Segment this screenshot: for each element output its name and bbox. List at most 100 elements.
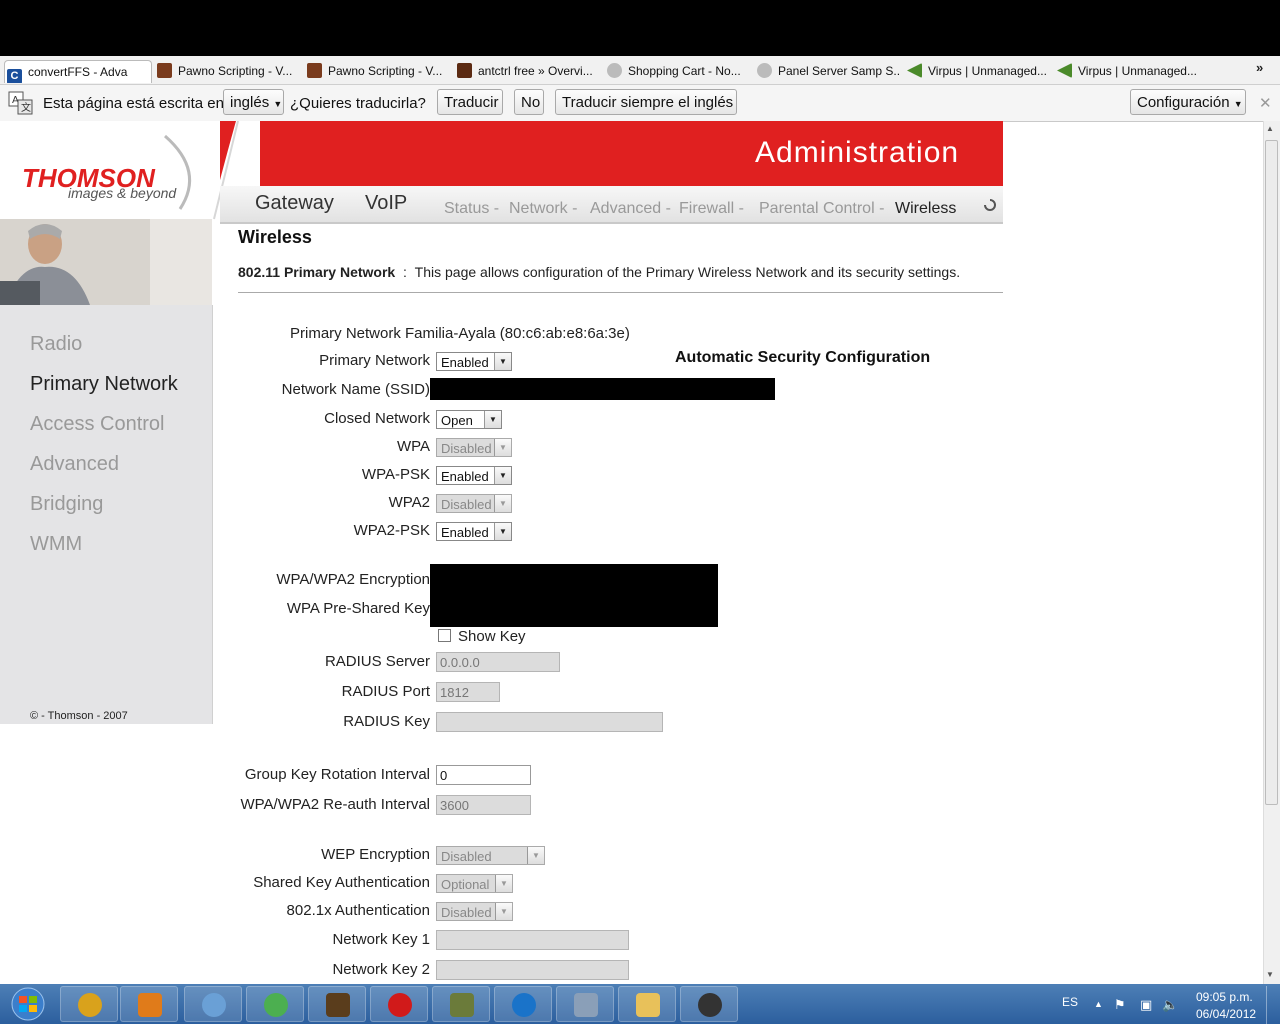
subnav-parental-control[interactable]: Parental Control - xyxy=(759,200,884,218)
sidebar-item-radio[interactable]: Radio xyxy=(30,333,82,356)
top-black-area xyxy=(0,0,1280,56)
show-key-checkbox[interactable] xyxy=(438,629,451,642)
header-photo xyxy=(0,219,212,305)
wep-label: WEP Encryption xyxy=(321,846,430,863)
radius-server-input[interactable]: 0.0.0.0 xyxy=(436,652,560,672)
browser-tab[interactable]: Pawno Scripting - V... xyxy=(155,60,301,82)
sidebar-item-bridging[interactable]: Bridging xyxy=(30,493,103,516)
wep-select[interactable]: Disabled ▼ xyxy=(436,846,545,865)
dot1x-select[interactable]: Disabled ▼ xyxy=(436,902,513,921)
show-desktop-button[interactable] xyxy=(1266,986,1280,1024)
wpa2-psk-select[interactable]: Enabled ▼ xyxy=(436,522,512,541)
radius-key-input[interactable] xyxy=(436,712,663,732)
no-button[interactable]: No xyxy=(514,89,544,115)
network-globe-icon[interactable] xyxy=(246,986,304,1022)
network-lock-icon[interactable] xyxy=(556,986,614,1022)
encryption-label: WPA/WPA2 Encryption xyxy=(276,571,430,588)
group-key-label: Group Key Rotation Interval xyxy=(244,766,430,783)
language-select[interactable]: inglés ▼ xyxy=(223,89,284,115)
page-title: Wireless xyxy=(238,227,312,247)
network-icon[interactable]: ▣ xyxy=(1140,997,1152,1013)
spy-icon[interactable] xyxy=(680,986,738,1022)
divider xyxy=(238,292,1003,293)
sidebar-item-access-control[interactable]: Access Control xyxy=(30,413,165,436)
primary-network-select[interactable]: Enabled ▼ xyxy=(436,352,512,371)
chevron-down-icon: ▼ xyxy=(494,523,511,540)
browser-tab[interactable]: antctrl free » Overvi... xyxy=(455,60,601,82)
more-tabs-chevron-icon[interactable]: » xyxy=(1256,60,1263,75)
page-description: 802.11 Primary Network : This page allow… xyxy=(238,264,961,280)
subnav-wireless[interactable]: Wireless xyxy=(895,200,956,218)
wpa2-select[interactable]: Disabled ▼ xyxy=(436,494,512,513)
browser-tab[interactable]: CconvertFFS - Adva xyxy=(4,60,152,83)
close-icon[interactable]: ✕ xyxy=(1259,94,1272,112)
subnav-firewall[interactable]: Firewall - xyxy=(679,200,744,218)
subnav-advanced[interactable]: Advanced - xyxy=(590,200,671,218)
wpa2-label: WPA2 xyxy=(388,494,430,511)
browser-tab[interactable]: Panel Server Samp S... xyxy=(755,60,901,82)
settings-button[interactable]: Configuración ▼ xyxy=(1130,89,1246,115)
group-key-input[interactable]: 0 xyxy=(436,765,531,785)
chevron-down-icon: ▼ xyxy=(484,411,501,428)
nav-voip[interactable]: VoIP xyxy=(365,192,407,215)
clock-time[interactable]: 09:05 p.m. xyxy=(1196,990,1253,1004)
start-button[interactable] xyxy=(2,986,52,1022)
chevron-down-icon: ▼ xyxy=(1233,99,1243,109)
network-key-1-input[interactable] xyxy=(436,930,629,950)
nav-gateway[interactable]: Gateway xyxy=(255,192,334,215)
radius-port-input[interactable]: 1812 xyxy=(436,682,500,702)
game-icon[interactable] xyxy=(308,986,366,1022)
users-icon[interactable] xyxy=(184,986,242,1022)
sidebar-item-primary-network[interactable]: Primary Network xyxy=(30,373,178,396)
automatic-security-configuration-link[interactable]: Automatic Security Configuration xyxy=(675,349,930,367)
volume-icon[interactable]: 🔈 xyxy=(1162,997,1178,1013)
wpa2-psk-label: WPA2-PSK xyxy=(353,522,430,539)
ssid-redacted xyxy=(430,378,775,400)
leaf-icon xyxy=(907,63,922,78)
clock-date[interactable]: 06/04/2012 xyxy=(1196,1007,1256,1021)
teamviewer-icon[interactable] xyxy=(494,986,552,1022)
scrollbar-thumb[interactable] xyxy=(1265,140,1278,805)
scroll-up-arrow-icon[interactable]: ▲ xyxy=(1266,124,1274,133)
browser-tab[interactable]: Virpus | Unmanaged... xyxy=(1055,60,1201,82)
opera-icon[interactable] xyxy=(370,986,428,1022)
forum-icon xyxy=(157,63,172,78)
globe-icon xyxy=(757,63,772,78)
translate-button[interactable]: Traducir xyxy=(437,89,503,115)
network-key-2-input[interactable] xyxy=(436,960,629,980)
soldier-icon[interactable] xyxy=(432,986,490,1022)
sidebar-item-wmm[interactable]: WMM xyxy=(30,533,82,556)
subnav-network[interactable]: Network - xyxy=(509,200,577,218)
chevron-down-icon: ▼ xyxy=(494,353,511,370)
reauth-label: WPA/WPA2 Re-auth Interval xyxy=(240,796,430,813)
psk-label: WPA Pre-Shared Key xyxy=(286,600,430,617)
chevron-down-icon: ▼ xyxy=(494,439,511,456)
browser-tab[interactable]: Pawno Scripting - V... xyxy=(305,60,451,82)
primary-network-label: Primary Network xyxy=(319,352,430,369)
shared-key-auth-label: Shared Key Authentication xyxy=(253,874,430,891)
leaf-icon xyxy=(1057,63,1072,78)
svg-text:文: 文 xyxy=(21,101,31,114)
dot1x-label: 802.1x Authentication xyxy=(286,902,430,919)
shared-key-auth-select[interactable]: Optional ▼ xyxy=(436,874,513,893)
admin-title: Administration xyxy=(755,136,960,169)
browser-tab[interactable]: Shopping Cart - No... xyxy=(605,60,751,82)
wpa-psk-select[interactable]: Enabled ▼ xyxy=(436,466,512,485)
scroll-down-arrow-icon[interactable]: ▼ xyxy=(1266,970,1274,979)
flag-icon[interactable]: ⚑ xyxy=(1114,997,1126,1013)
wpa-select[interactable]: Disabled ▼ xyxy=(436,438,512,457)
translate-bar: A文 Esta página está escrita en inglés ▼ … xyxy=(0,85,1280,122)
sidebar-item-advanced[interactable]: Advanced xyxy=(30,453,119,476)
network-key-2-label: Network Key 2 xyxy=(332,961,430,978)
media-player-icon[interactable] xyxy=(120,986,178,1022)
language-indicator[interactable]: ES xyxy=(1062,995,1078,1009)
chrome-icon[interactable] xyxy=(60,986,118,1022)
closed-network-select[interactable]: Open ▼ xyxy=(436,410,502,429)
show-hidden-icons-icon[interactable]: ▲ xyxy=(1094,999,1103,1009)
folder-icon[interactable] xyxy=(618,986,676,1022)
forum-icon xyxy=(457,63,472,78)
subnav-status[interactable]: Status - xyxy=(444,200,499,218)
always-translate-button[interactable]: Traducir siempre el inglés xyxy=(555,89,737,115)
reauth-input[interactable]: 3600 xyxy=(436,795,531,815)
browser-tab[interactable]: Virpus | Unmanaged... xyxy=(905,60,1051,82)
